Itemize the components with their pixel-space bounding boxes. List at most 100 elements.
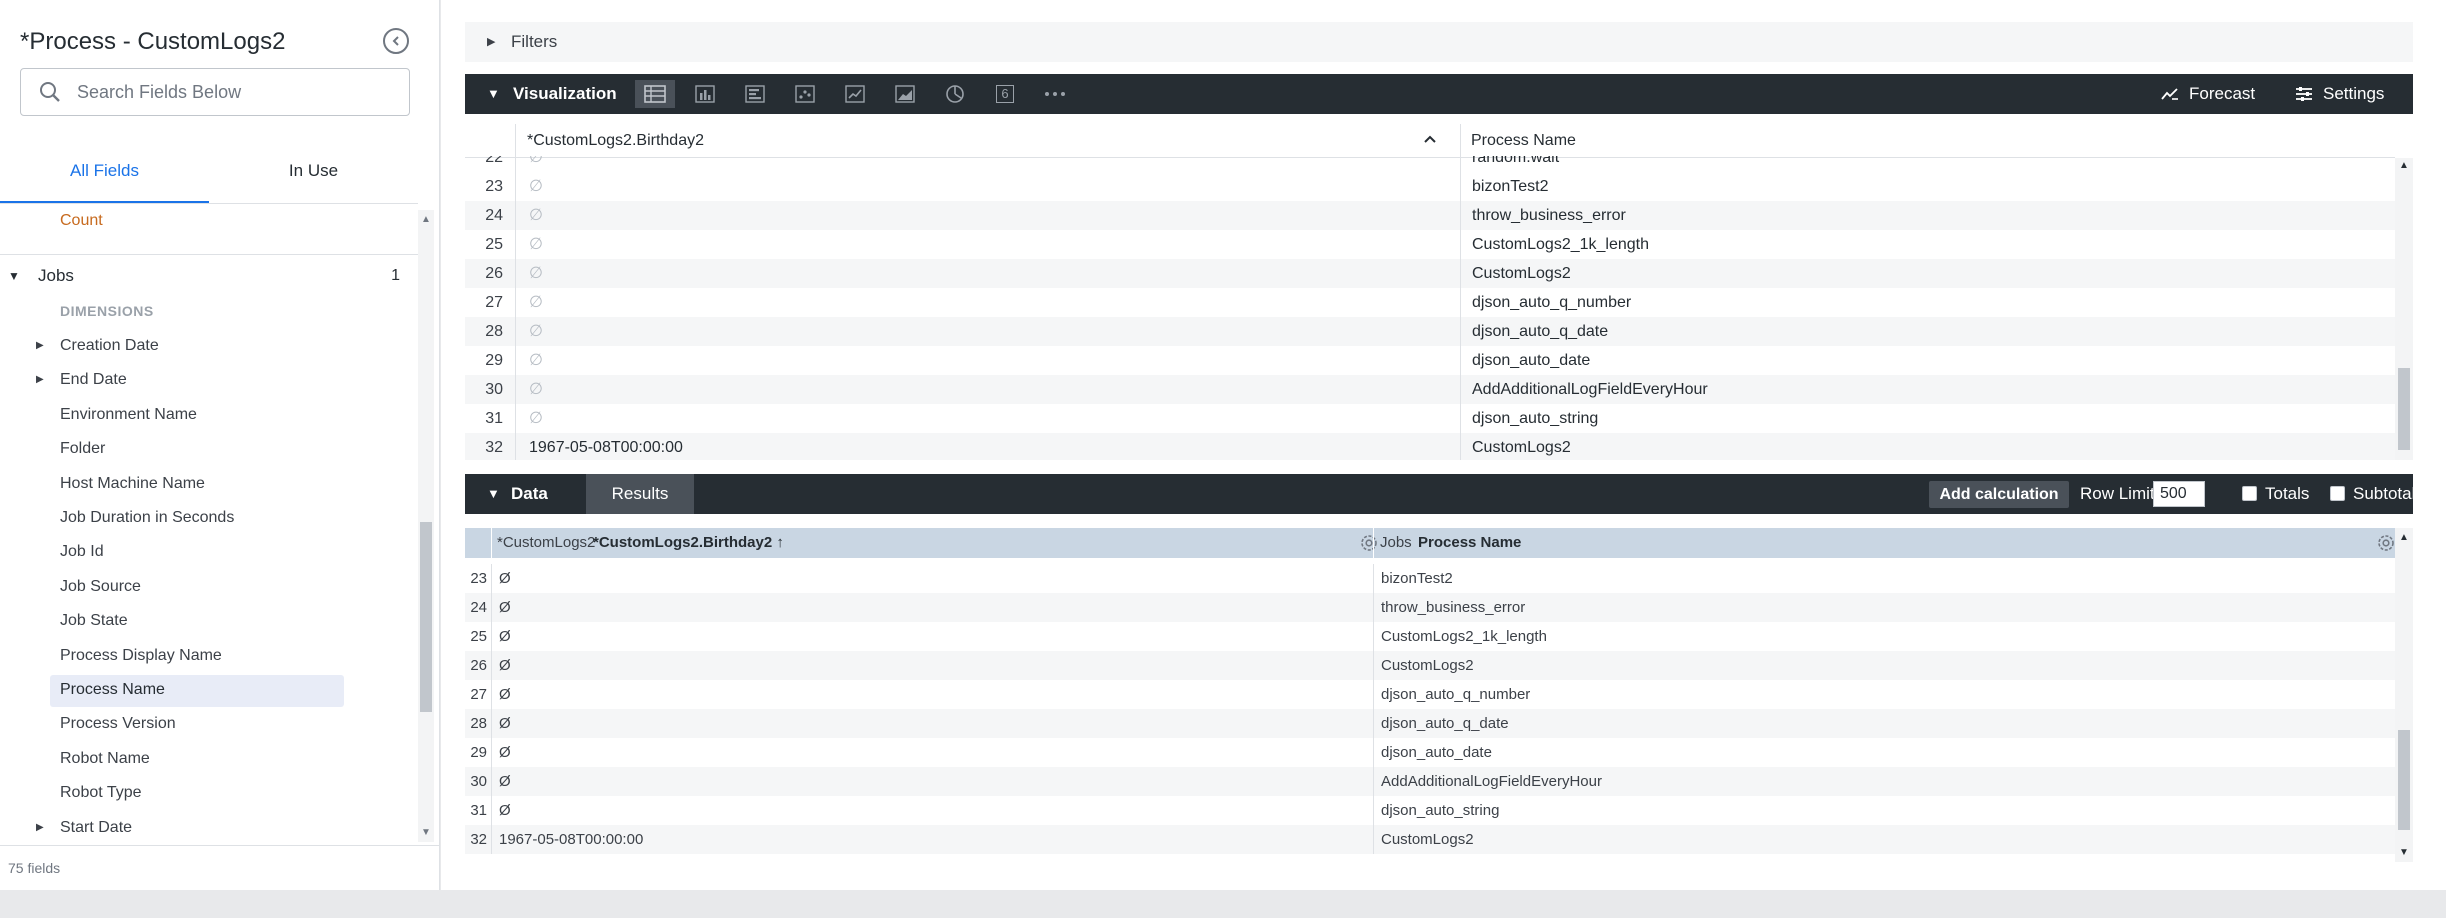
results-tab[interactable]: Results <box>586 474 694 514</box>
column-separator <box>1373 593 1374 622</box>
column-separator <box>1460 375 1461 404</box>
scroll-down-icon[interactable]: ▼ <box>2399 847 2409 858</box>
dimension-item[interactable]: Job Duration in Seconds <box>0 501 418 535</box>
table-row: 29 ∅ djson_auto_date <box>465 346 2395 375</box>
table-row: 26 Ø CustomLogs2 <box>465 651 2395 680</box>
single-value-icon[interactable]: 6 <box>985 80 1025 108</box>
data-tab[interactable]: Data <box>511 474 548 514</box>
more-icon[interactable] <box>1035 80 1075 108</box>
list-divider <box>0 254 418 255</box>
caret-right-icon[interactable]: ▶ <box>36 329 44 363</box>
viz-table-scrollbar[interactable]: ▲ <box>2395 158 2413 460</box>
dimension-item[interactable]: Host Machine Name <box>0 467 418 501</box>
dimension-item[interactable]: Robot Type <box>0 776 418 810</box>
caret-down-icon[interactable]: ▼ <box>487 74 500 114</box>
cell-birthday: Ø <box>499 628 511 645</box>
row-number: 24 <box>470 599 487 616</box>
bar-chart-icon[interactable] <box>735 80 775 108</box>
field-search-input[interactable] <box>77 81 397 103</box>
cell-process-name: djson_auto_date <box>1472 352 1591 369</box>
cell-birthday: Ø <box>499 599 511 616</box>
subtotals-checkbox[interactable] <box>2330 486 2345 501</box>
dimension-item[interactable]: Folder <box>0 432 418 466</box>
scrollbar-thumb[interactable] <box>2398 730 2410 830</box>
column-separator <box>491 767 492 796</box>
tab-in-use[interactable]: In Use <box>209 148 418 204</box>
dimension-label: Job State <box>60 612 128 630</box>
column-separator <box>1460 230 1461 259</box>
column-separator <box>491 528 492 558</box>
column-chart-icon[interactable] <box>685 80 725 108</box>
totals-checkbox[interactable] <box>2242 486 2257 501</box>
row-number: 32 <box>485 439 503 456</box>
caret-right-icon[interactable]: ▶ <box>36 363 44 397</box>
dimension-item[interactable]: ▶ End Date <box>0 363 418 397</box>
scatter-chart-icon[interactable] <box>785 80 825 108</box>
main-panel: ▶ Filters ▼ Visualization 6 Forecast Set… <box>441 0 2446 890</box>
dimension-item[interactable]: ▶ Creation Date <box>0 329 418 363</box>
sort-ascending-icon[interactable] <box>1423 132 1437 146</box>
field-search-box[interactable] <box>20 68 410 116</box>
gear-icon[interactable] <box>2375 532 2397 554</box>
table-row: 30 Ø AddAdditionalLogFieldEveryHour <box>465 767 2395 796</box>
table-row: 31 Ødjson_auto_string <box>465 796 2395 825</box>
pie-chart-icon[interactable] <box>935 80 975 108</box>
dimension-item[interactable]: ▶ Start Date <box>0 811 418 844</box>
gear-icon[interactable] <box>1358 532 1380 554</box>
scroll-down-icon[interactable]: ▼ <box>421 827 431 838</box>
row-limit-input[interactable] <box>2153 481 2205 507</box>
dimension-item[interactable]: Job State <box>0 604 418 638</box>
forecast-button[interactable]: Forecast <box>2161 74 2255 114</box>
cell-birthday: Ø <box>499 686 511 703</box>
column-separator <box>515 288 516 317</box>
visualization-label[interactable]: Visualization <box>513 74 617 114</box>
column-separator <box>515 259 516 288</box>
data-table-scrollbar[interactable]: ▲ ▼ <box>2395 528 2413 862</box>
row-number: 23 <box>470 570 487 587</box>
filters-section[interactable]: ▶ Filters <box>465 22 2413 62</box>
line-chart-icon[interactable] <box>835 80 875 108</box>
scroll-up-icon[interactable]: ▲ <box>2399 160 2409 171</box>
area-chart-icon[interactable] <box>885 80 925 108</box>
add-calculation-button[interactable]: Add calculation <box>1929 481 2069 508</box>
dimension-label: Start Date <box>60 818 133 836</box>
column-separator <box>515 317 516 346</box>
caret-down-icon[interactable]: ▼ <box>487 474 500 514</box>
row-number: 24 <box>485 207 503 224</box>
scroll-up-icon[interactable]: ▲ <box>2399 532 2409 543</box>
scrollbar-thumb[interactable] <box>2398 368 2410 450</box>
view-jobs[interactable]: ▼ Jobs 1 <box>0 259 418 293</box>
data-column-header-process-name[interactable]: Process Name <box>1418 528 1521 558</box>
dimension-item[interactable]: Process Name <box>0 673 418 707</box>
viz-column-header-birthday[interactable]: *CustomLogs2.Birthday2 <box>527 124 704 158</box>
dimension-item[interactable]: Process Version <box>0 707 418 741</box>
settings-button[interactable]: Settings <box>2295 74 2384 114</box>
caret-right-icon[interactable]: ▶ <box>36 811 44 844</box>
table-row: 22 ∅ random.wait <box>465 156 2395 172</box>
viz-column-header-process-name[interactable]: Process Name <box>1471 124 1576 158</box>
row-number: 31 <box>485 410 503 427</box>
table-row: 32 1967-05-08T00:00:00 CustomLogs2 <box>465 825 2395 854</box>
row-number: 27 <box>470 686 487 703</box>
column-separator <box>1373 825 1374 854</box>
totals-label: Totals <box>2265 484 2310 503</box>
dimension-item[interactable]: Robot Name <box>0 742 418 776</box>
data-column-header-birthday[interactable]: *CustomLogs2.Birthday2 ↑ <box>593 528 784 558</box>
collapse-sidebar-button[interactable] <box>383 28 409 54</box>
dimension-item[interactable]: Process Display Name <box>0 639 418 673</box>
field-list-scrollbar[interactable]: ▲ ▼ <box>418 210 434 842</box>
dimension-item[interactable]: Environment Name <box>0 398 418 432</box>
scroll-up-icon[interactable]: ▲ <box>421 214 431 225</box>
column-separator <box>515 375 516 404</box>
scrollbar-thumb[interactable] <box>420 522 432 712</box>
table-row: 24 Øthrow_business_error <box>465 593 2395 622</box>
column-separator <box>1373 767 1374 796</box>
dimension-item[interactable]: Job Source <box>0 570 418 604</box>
tab-all-fields[interactable]: All Fields <box>0 148 209 204</box>
column-separator <box>491 564 492 593</box>
row-number: 23 <box>485 178 503 195</box>
table-chart-icon[interactable] <box>635 80 675 108</box>
measure-count[interactable]: Count <box>60 204 418 238</box>
dimension-item[interactable]: Job Id <box>0 535 418 569</box>
column-separator <box>491 709 492 738</box>
